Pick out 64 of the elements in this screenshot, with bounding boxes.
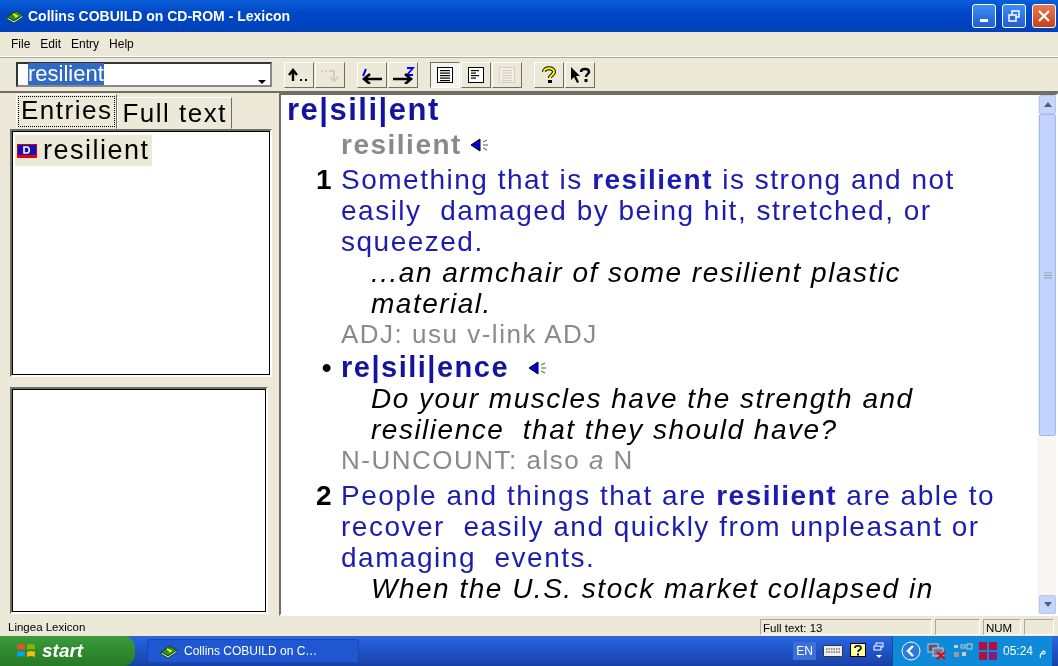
minimize-button[interactable] bbox=[972, 4, 996, 28]
restore-button[interactable] bbox=[1002, 4, 1026, 28]
result-item[interactable]: resilient bbox=[15, 135, 152, 166]
headword: re|sili|ent bbox=[287, 95, 441, 125]
status-field: NUM bbox=[983, 618, 1021, 635]
speaker-icon bbox=[527, 359, 548, 376]
taskbar-button[interactable]: Collins COBUILD on C… bbox=[147, 639, 359, 663]
toolbar-button[interactable] bbox=[430, 61, 460, 88]
speaker-icon bbox=[469, 136, 490, 153]
book-icon bbox=[6, 8, 24, 24]
book-icon bbox=[160, 643, 178, 659]
document-icon bbox=[498, 65, 516, 84]
left-chevron-icon[interactable] bbox=[900, 641, 921, 661]
restore-icon bbox=[1008, 10, 1020, 22]
menu-item[interactable]: Edit bbox=[35, 37, 67, 51]
right-arrow-icon bbox=[391, 65, 415, 84]
derived-word: re|sili|ence bbox=[341, 352, 510, 383]
menu-item[interactable]: Help bbox=[104, 37, 139, 51]
example-sentence: When the U.S. stock market collapsed in bbox=[371, 573, 935, 604]
context-help-icon bbox=[569, 65, 591, 84]
help-icon[interactable] bbox=[849, 643, 866, 659]
scrollbar[interactable] bbox=[1038, 95, 1056, 614]
minimize-icon bbox=[980, 18, 988, 22]
definition-text: People and things that are resilient are able to recover easily and quickly from unpleasant or damaging events. bbox=[341, 480, 997, 573]
dictionary-icon bbox=[17, 143, 37, 158]
clock: 05:24 bbox=[1002, 644, 1033, 658]
window-title: Collins COBUILD on CD-ROM - Lexicon bbox=[28, 8, 292, 24]
grip-icon bbox=[1043, 271, 1052, 279]
menu-item[interactable]: Entry bbox=[66, 37, 105, 51]
tab[interactable]: Entries bbox=[16, 94, 118, 129]
keyboard-icon[interactable] bbox=[822, 645, 843, 657]
start-button[interactable]: start bbox=[0, 636, 135, 666]
example-sentence: Do your muscles have the strength and resilience that they should have? bbox=[371, 383, 915, 445]
sense-number: 1 bbox=[314, 164, 334, 197]
example-sentence: ...an armchair of some resilient plastic material. bbox=[371, 257, 902, 319]
document-icon bbox=[436, 65, 454, 84]
bullet: • bbox=[320, 352, 334, 383]
pronunciation: resilient bbox=[341, 129, 462, 160]
dropdown-arrow-icon bbox=[258, 80, 266, 85]
time-suffix: م bbox=[1039, 644, 1046, 658]
close-icon bbox=[1038, 10, 1050, 22]
grammar-label: ADJ: usu v-link ADJ bbox=[341, 319, 599, 350]
scroll-down-icon bbox=[1043, 602, 1052, 607]
document-icon bbox=[467, 65, 485, 84]
network-error-icon[interactable] bbox=[926, 642, 947, 660]
sense-number: 2 bbox=[314, 480, 334, 513]
close-button[interactable] bbox=[1032, 4, 1056, 28]
windows-logo-icon bbox=[16, 642, 36, 660]
colored-squares-icon[interactable] bbox=[978, 642, 997, 660]
status-field bbox=[935, 618, 980, 635]
down-arrow-icon bbox=[319, 67, 341, 82]
status-field bbox=[1024, 618, 1054, 635]
search-field[interactable]: resilient bbox=[16, 62, 272, 87]
status-text: Lingea Lexicon bbox=[8, 620, 87, 633]
status-field: Full text: 13 bbox=[760, 618, 932, 635]
restore-windows-icon[interactable] bbox=[872, 642, 885, 660]
scroll-up-icon bbox=[1043, 102, 1052, 107]
up-arrow-icon bbox=[288, 67, 310, 82]
menu-item[interactable]: File bbox=[6, 37, 36, 51]
tab[interactable]: Full text bbox=[117, 97, 232, 129]
language-indicator[interactable]: EN bbox=[793, 642, 816, 660]
definition-text: Something that is resilient is strong and not easily damaged by being hit, stretched, or squeezed. bbox=[341, 164, 956, 257]
help-icon bbox=[541, 65, 557, 84]
grammar-label: N-UNCOUNT: also a N bbox=[341, 445, 635, 476]
